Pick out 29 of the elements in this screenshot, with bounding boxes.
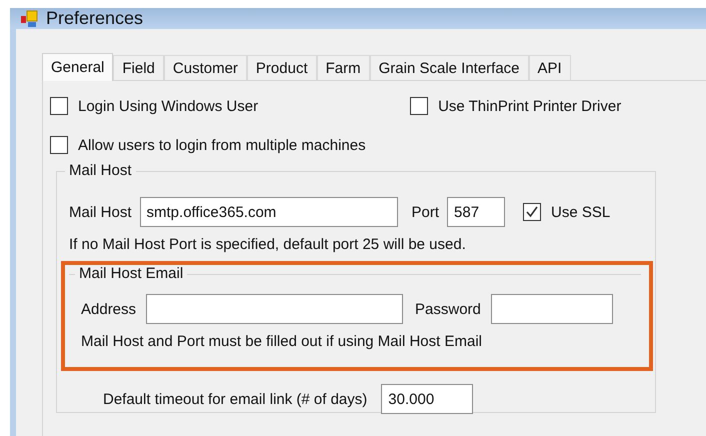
input-field[interactable]: [490, 294, 613, 324]
checkbox[interactable]: [523, 203, 542, 221]
checkbox-label: Login Using Windows User: [78, 98, 258, 114]
checkbox[interactable]: [50, 136, 68, 154]
checkbox-label: Allow users to login from multiple machines: [78, 136, 366, 154]
field-label: Port: [412, 204, 440, 220]
field-label: Default timeout for email link (# of days): [103, 390, 368, 408]
tab[interactable]: Farm: [316, 55, 370, 80]
input-field[interactable]: 30.000: [381, 384, 474, 414]
checkbox[interactable]: [410, 97, 428, 115]
tab[interactable]: Product: [246, 55, 317, 80]
tab[interactable]: API: [528, 55, 571, 80]
app-icon: [20, 10, 38, 28]
input-field[interactable]: smtp.office365.com: [140, 197, 398, 227]
tab[interactable]: Grain Scale Interface: [370, 55, 529, 80]
tab[interactable]: General: [42, 53, 114, 81]
window-title: Preferences: [46, 8, 144, 29]
input-field[interactable]: [146, 294, 404, 324]
checkbox[interactable]: [50, 97, 68, 115]
tab[interactable]: Field: [113, 55, 164, 80]
field-label: Mail Host: [69, 204, 132, 220]
info-text: If no Mail Host Port is specified, default port 25 will be used.: [69, 236, 467, 253]
field-label: Password: [415, 300, 481, 318]
checkbox-label: Use ThinPrint Printer Driver: [438, 98, 622, 114]
tab[interactable]: Customer: [164, 55, 247, 80]
field-label: Address: [81, 300, 136, 318]
info-text: Mail Host and Port must be filled out if using Mail Host Email: [81, 333, 483, 350]
input-field[interactable]: 587: [447, 197, 506, 227]
checkbox-label: Use SSL: [551, 204, 610, 220]
